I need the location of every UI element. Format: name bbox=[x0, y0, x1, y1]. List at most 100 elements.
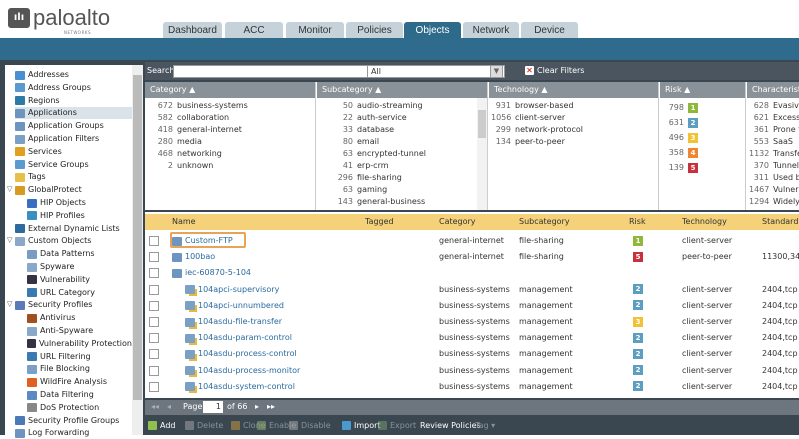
review-policies-button[interactable]: Review Policies bbox=[420, 421, 481, 430]
sidebar-item-tags[interactable]: Tags bbox=[15, 171, 132, 183]
filter-header-technology[interactable]: Technology ▲ bbox=[489, 82, 658, 98]
table-row[interactable]: iec-60870-5-104 bbox=[145, 265, 799, 281]
filter-item[interactable]: 134 peer-to-peer bbox=[491, 136, 658, 148]
row-checkbox[interactable] bbox=[149, 300, 159, 311]
filter-item[interactable]: 931 browser-based bbox=[491, 100, 658, 112]
sidebar-item-log-forwarding[interactable]: Log Forwarding bbox=[15, 427, 132, 439]
add-button[interactable]: Add bbox=[148, 421, 176, 430]
tab-policies[interactable]: Policies bbox=[346, 22, 403, 38]
filter-item[interactable]: 299 network-protocol bbox=[491, 124, 658, 136]
filter-item[interactable]: 1056 client-server bbox=[491, 112, 658, 124]
filter-item[interactable]: 1132Transfer bbox=[749, 148, 799, 160]
column-header-risk[interactable]: Risk bbox=[629, 214, 646, 230]
table-row[interactable]: 104asdu-process-monitor business-systems m… bbox=[145, 363, 799, 379]
export-button[interactable]: Export bbox=[378, 421, 416, 430]
row-checkbox[interactable] bbox=[149, 365, 159, 376]
chevron-down-icon[interactable]: ▼ bbox=[490, 65, 503, 78]
filter-header-subcategory[interactable]: Subcategory ▲ bbox=[317, 82, 487, 98]
filter-item[interactable]: 468 networking bbox=[147, 148, 315, 160]
disable-button[interactable]: Disable bbox=[289, 421, 331, 430]
app-name-link[interactable]: 104asdu-process-monitor bbox=[185, 363, 300, 379]
table-row[interactable]: 104asdu-system-control business-systems ma… bbox=[145, 379, 799, 395]
row-checkbox[interactable] bbox=[149, 268, 159, 279]
next-page-icon[interactable]: ▸ bbox=[255, 402, 259, 411]
filter-item[interactable]: 63 encrypted-tunnel bbox=[319, 148, 487, 160]
app-name-link[interactable]: iec-60870-5-104 bbox=[172, 265, 251, 281]
filter-scroll-thumb[interactable] bbox=[478, 110, 486, 138]
sidebar-item-regions[interactable]: Regions bbox=[15, 95, 132, 107]
sidebar-item-antivirus[interactable]: Antivirus bbox=[27, 312, 132, 324]
sidebar-item-addresses[interactable]: Addresses bbox=[15, 69, 132, 81]
filter-item[interactable]: 80 email bbox=[319, 136, 487, 148]
column-header-standard-p[interactable]: Standard P bbox=[762, 214, 799, 230]
tag-button[interactable]: Tag ▾ bbox=[475, 421, 495, 430]
column-header-technology[interactable]: Technology bbox=[682, 214, 727, 230]
table-row[interactable]: 100bao general-internet file-sharing peer-t… bbox=[145, 249, 799, 265]
column-header-subcategory[interactable]: Subcategory bbox=[519, 214, 570, 230]
app-name-link[interactable]: 104asdu-system-control bbox=[185, 379, 295, 395]
row-checkbox[interactable] bbox=[149, 381, 159, 392]
row-checkbox[interactable] bbox=[149, 284, 159, 295]
sidebar-item-url-category[interactable]: URL Category bbox=[27, 287, 132, 299]
sidebar-item-anti-spyware[interactable]: Anti-Spyware bbox=[27, 325, 132, 337]
filter-item[interactable]: 370 Tunnels bbox=[749, 160, 799, 172]
sidebar-item-custom-objects[interactable]: Custom Objects bbox=[15, 235, 132, 247]
sidebar-item-address-groups[interactable]: Address Groups bbox=[15, 82, 132, 94]
prev-page-icon[interactable]: ◂ bbox=[167, 402, 171, 411]
filter-item[interactable]: 621 Excessive bbox=[749, 112, 799, 124]
sidebar-item-vulnerability[interactable]: Vulnerability bbox=[27, 274, 132, 286]
row-checkbox[interactable] bbox=[149, 349, 159, 360]
filter-item[interactable]: 358 4 bbox=[662, 145, 745, 160]
table-row[interactable]: 104asdu-process-control business-systems m… bbox=[145, 346, 799, 362]
filter-item[interactable]: 50 audio-streaming bbox=[319, 100, 487, 112]
sidebar-item-vulnerability-protection[interactable]: Vulnerability Protection bbox=[27, 338, 132, 350]
filter-item[interactable]: 143 general-business bbox=[319, 196, 487, 208]
sidebar-item-applications[interactable]: Applications bbox=[15, 107, 132, 120]
filter-item[interactable]: 1294Widely u bbox=[749, 196, 799, 208]
filter-item[interactable]: 311 Used by bbox=[749, 172, 799, 184]
filter-item[interactable]: 553 SaaS bbox=[749, 136, 799, 148]
filter-item[interactable]: 361 Prone to bbox=[749, 124, 799, 136]
column-header-name[interactable]: Name bbox=[172, 214, 196, 230]
tab-objects[interactable]: Objects bbox=[404, 22, 461, 38]
filter-item[interactable]: 296 file-sharing bbox=[319, 172, 487, 184]
last-page-icon[interactable]: ▸▸ bbox=[267, 402, 275, 411]
filter-item[interactable]: 41 erp-crm bbox=[319, 160, 487, 172]
filter-header-risk[interactable]: Risk ▲ bbox=[660, 82, 745, 98]
import-button[interactable]: Import bbox=[342, 421, 381, 430]
filter-item[interactable]: 798 1 bbox=[662, 100, 745, 115]
filter-item[interactable]: 2 unknown bbox=[147, 160, 315, 172]
expand-toggle-icon[interactable]: ▽ bbox=[7, 236, 12, 244]
app-name-link[interactable]: 104asdu-param-control bbox=[185, 330, 292, 346]
column-header-tagged[interactable]: Tagged bbox=[365, 214, 394, 230]
page-input[interactable]: 1 bbox=[203, 401, 223, 413]
sidebar-item-file-blocking[interactable]: File Blocking bbox=[27, 363, 132, 375]
filter-item[interactable]: 280 media bbox=[147, 136, 315, 148]
delete-button[interactable]: Delete bbox=[185, 421, 223, 430]
sidebar-item-url-filtering[interactable]: URL Filtering bbox=[27, 351, 132, 363]
filter-header-category[interactable]: Category ▲ bbox=[145, 82, 315, 98]
filter-item[interactable]: 22 auth-service bbox=[319, 112, 487, 124]
sidebar-item-services[interactable]: Services bbox=[15, 146, 132, 158]
row-checkbox[interactable] bbox=[149, 252, 159, 263]
table-row[interactable]: 104asdu-file-transfer business-systems man… bbox=[145, 314, 799, 330]
sidebar-scroll-thumb[interactable] bbox=[133, 75, 142, 400]
sidebar-item-hip-profiles[interactable]: HIP Profiles bbox=[27, 210, 132, 222]
app-name-link[interactable]: 104apci-unnumbered bbox=[185, 298, 284, 314]
sidebar-item-application-groups[interactable]: Application Groups bbox=[15, 120, 132, 132]
filter-select[interactable]: All bbox=[367, 65, 505, 78]
app-name-link[interactable]: 104apci-supervisory bbox=[185, 282, 279, 298]
tab-dashboard[interactable]: Dashboard bbox=[163, 22, 222, 38]
filter-item[interactable]: 631 2 bbox=[662, 115, 745, 130]
table-row[interactable]: 104asdu-param-control business-systems man… bbox=[145, 330, 799, 346]
row-checkbox[interactable] bbox=[149, 333, 159, 344]
expand-toggle-icon[interactable]: ▽ bbox=[7, 185, 12, 193]
tab-device[interactable]: Device bbox=[521, 22, 578, 38]
row-checkbox[interactable] bbox=[149, 236, 159, 246]
table-row[interactable]: 104apci-supervisory business-systems manag… bbox=[145, 282, 799, 298]
sidebar-item-service-groups[interactable]: Service Groups bbox=[15, 159, 132, 171]
filter-header-characteristic[interactable]: Characteristic bbox=[747, 82, 799, 98]
first-page-icon[interactable]: ◂◂ bbox=[151, 402, 159, 411]
sidebar-item-data-patterns[interactable]: Data Patterns bbox=[27, 248, 132, 260]
filter-item[interactable]: 672 business-systems bbox=[147, 100, 315, 112]
